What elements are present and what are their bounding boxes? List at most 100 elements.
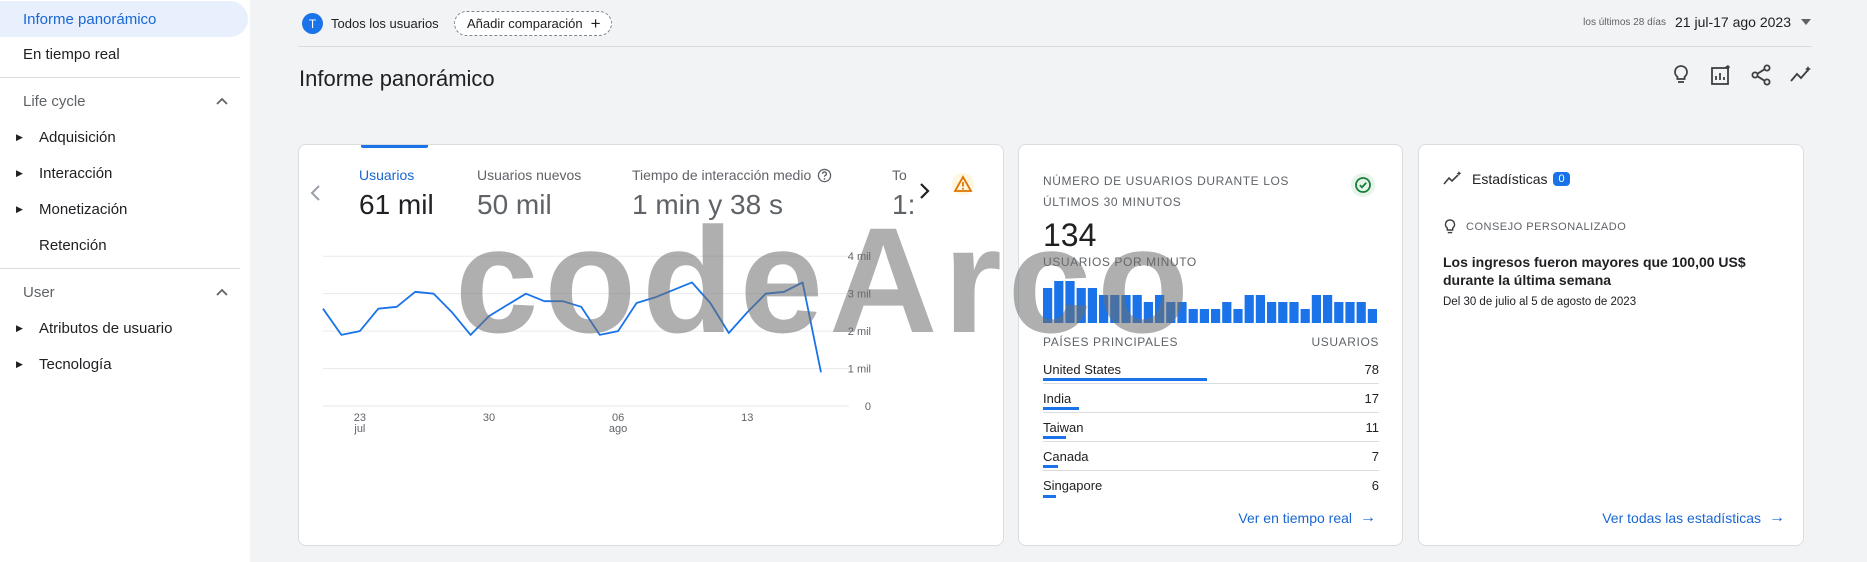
date-caption: los últimos 28 días [1583,16,1666,28]
view-realtime-label: Ver en tiempo real [1238,510,1352,526]
per-minute-bar [1177,302,1187,323]
y-tick-label: 4 mil [848,251,871,263]
tab-usuarios-nuevos[interactable]: Usuarios nuevos 50 mil [477,167,581,221]
sidebar: Informe panorámico En tiempo real Life c… [0,0,250,562]
per-minute-bar [1345,302,1355,323]
x-tick-month-label: ago [609,423,627,435]
insight-text: Los ingresos fueron mayores que 100,00 U… [1443,254,1746,288]
per-minute-bar [1121,295,1131,323]
nav-overview[interactable]: Informe panorámico [0,1,248,37]
section-user-title: User [23,283,55,301]
lightbulb-icon [1444,219,1456,234]
insights-icon[interactable] [1789,63,1813,87]
realtime-title: NÚMERO DE USUARIOS DURANTE LOS ÚLTIMOS 3… [1043,174,1290,209]
country-bar [1043,378,1207,381]
sidebar-item-retencion[interactable]: Retención [0,227,240,263]
tab-total[interactable]: To 1: [892,167,915,221]
country-users: 17 [1364,390,1379,406]
per-minute-bar [1267,302,1277,323]
tab-value: 1 min y 38 s [632,189,783,220]
arrow-right-icon: → [1360,509,1376,526]
page-title: Informe panorámico [299,66,495,91]
per-minute-bar [1110,295,1120,323]
x-tick-label: 13 [741,412,753,424]
report-toolbar [1669,63,1813,87]
per-minute-bar [1244,295,1254,323]
date-range-picker[interactable]: los últimos 28 días 21 jul-17 ago 2023 [1583,14,1811,30]
country-users: 7 [1371,448,1379,464]
metrics-card: Usuarios 61 mil Usuarios nuevos 50 mil T… [298,144,1004,546]
x-tick-label: 30 [483,412,495,424]
per-minute-bar [1323,295,1333,323]
view-all-insights-link[interactable]: Ver todas las estadísticas → [1602,509,1785,527]
y-tick-label: 3 mil [848,289,871,301]
series-line-usuarios [322,281,822,373]
view-realtime-link[interactable]: Ver en tiempo real → [1238,509,1376,527]
caret-down-icon [1801,19,1811,25]
arrow-right-icon: → [1769,509,1785,526]
triangle-right-icon: ▶ [16,203,23,214]
per-minute-label: USUARIOS POR MINUTO [1043,255,1197,269]
sidebar-divider [0,268,240,269]
per-minute-bar [1222,302,1232,323]
sidebar-item-atributos[interactable]: ▶ Atributos de usuario [0,310,240,346]
add-comparison-label: Añadir comparación [467,16,583,31]
help-icon[interactable] [817,168,832,183]
country-name: Singapore [1043,478,1103,493]
chevron-up-icon [216,97,228,105]
country-name: Canada [1043,448,1089,464]
sidebar-item-label: Interacción [39,164,113,182]
users-line-chart: 4 mil3 mil2 mil1 mil023jul30 06ago13 [322,251,871,435]
section-life-cycle[interactable]: Life cycle [0,83,240,119]
per-minute-bar [1087,288,1097,323]
tab-label-row: Tiempo de interacción medio [632,167,832,183]
table-row: Singapore 6 [1043,471,1379,500]
sidebar-item-monetizacion[interactable]: ▶ Monetización [0,191,240,227]
share-icon[interactable] [1749,63,1773,87]
per-minute-bar [1166,302,1176,323]
lightbulb-icon[interactable] [1669,63,1693,87]
country-bar [1043,495,1056,498]
tab-usuarios[interactable]: Usuarios 61 mil [359,167,434,221]
sidebar-item-adquisicion[interactable]: ▶ Adquisición [0,119,240,155]
per-minute-bar [1278,302,1288,323]
x-tick-month-label: jul [353,423,365,435]
insights-count-badge: 0 [1553,172,1570,186]
country-bar [1043,407,1079,410]
section-user[interactable]: User [0,274,240,310]
add-comparison-button[interactable]: Añadir comparación + [454,11,612,36]
sidebar-item-label: Atributos de usuario [39,319,173,337]
users-header-label: USUARIOS [1311,335,1379,349]
realtime-card: NÚMERO DE USUARIOS DURANTE LOS ÚLTIMOS 3… [1018,144,1403,546]
country-bar [1043,436,1067,439]
insights-icon [1443,171,1462,185]
segment-chip[interactable]: T Todos los usuarios [298,11,451,36]
triangle-right-icon: ▶ [16,167,23,178]
edit-report-icon[interactable] [1709,63,1733,87]
per-minute-bar [1155,295,1165,323]
tab-label: Usuarios [359,167,415,183]
triangle-right-icon: ▶ [16,131,23,142]
sidebar-item-label: Tecnología [39,355,112,373]
per-minute-bar [1211,309,1221,323]
segment-avatar: T [302,13,323,34]
sidebar-item-interaccion[interactable]: ▶ Interacción [0,155,240,191]
sidebar-divider [0,77,240,78]
per-minute-bar [1367,309,1377,323]
sidebar-item-label: Monetización [39,200,128,218]
nav-overview-label: Informe panorámico [23,10,157,28]
sidebar-item-tecnologia[interactable]: ▶ Tecnología [0,346,240,382]
warning-icon[interactable] [951,173,975,195]
country-users: 6 [1371,478,1379,493]
check-circle-icon [1351,173,1375,197]
tab-tiempo-interaccion[interactable]: Tiempo de interacción medio 1 min y 38 s [632,167,832,221]
metric-tabs: Usuarios 61 mil Usuarios nuevos 50 mil T… [299,145,939,245]
country-users: 11 [1365,419,1380,435]
nav-realtime[interactable]: En tiempo real [0,36,120,72]
insights-card: Estadísticas 0 CONSEJO PERSONALIZADO Los… [1418,144,1804,546]
countries-header: PAÍSES PRINCIPALES USUARIOS [1043,335,1379,349]
chevron-right-icon[interactable] [917,181,931,201]
tab-label: Usuarios nuevos [477,167,582,183]
per-minute-bar [1043,288,1053,323]
tip-label: CONSEJO PERSONALIZADO [1466,221,1627,233]
